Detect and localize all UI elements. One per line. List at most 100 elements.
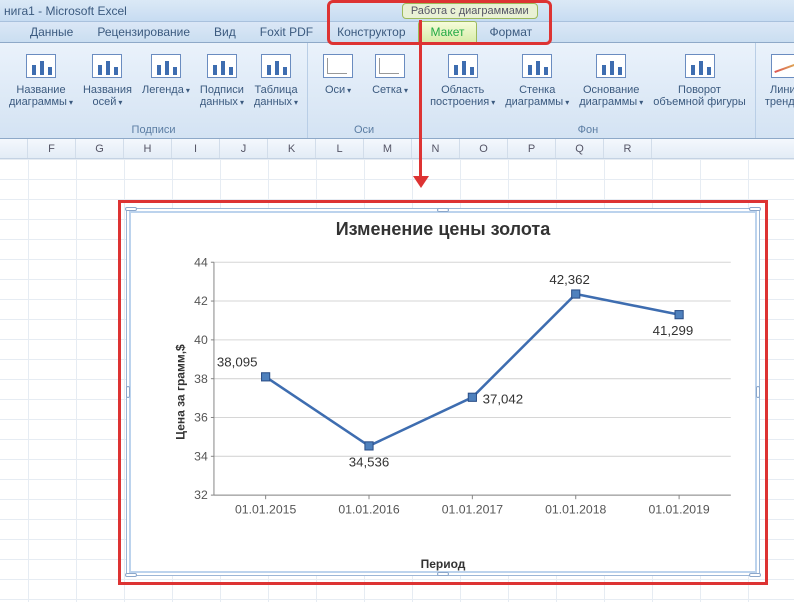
ribbon-btn-label: Легенда▾ <box>142 84 190 97</box>
col-header-P[interactable]: P <box>508 139 556 158</box>
ribbon-group-name: Фон <box>427 124 749 137</box>
ribbon-btn-область[interactable]: Областьпостроения▾ <box>427 47 498 112</box>
tab-формат[interactable]: Формат <box>477 22 544 42</box>
ribbon-btn-легенда[interactable]: Легенда▾ <box>139 47 193 112</box>
annotation-arrow <box>419 20 422 178</box>
ribbon-btn-поворот[interactable]: Поворотобъемной фигуры <box>650 47 749 112</box>
svg-text:38: 38 <box>194 372 208 386</box>
chart-icon <box>261 54 291 78</box>
embedded-chart[interactable]: Изменение цены золота Цена за грамм,$ 32… <box>126 208 760 576</box>
svg-text:01.01.2015: 01.01.2015 <box>235 503 296 517</box>
svg-text:01.01.2016: 01.01.2016 <box>338 503 399 517</box>
tab-foxit pdf[interactable]: Foxit PDF <box>248 22 325 42</box>
ribbon-btn-label: Областьпостроения▾ <box>430 84 495 109</box>
svg-text:01.01.2019: 01.01.2019 <box>648 503 709 517</box>
ribbon-btn-оси[interactable]: Оси▾ <box>314 47 362 100</box>
col-header-I[interactable]: I <box>172 139 220 158</box>
ribbon-btn-label: Таблицаданных▾ <box>254 84 298 109</box>
col-header-H[interactable]: H <box>124 139 172 158</box>
chart-icon <box>448 54 478 78</box>
chart-icon <box>323 54 353 78</box>
col-header-Q[interactable]: Q <box>556 139 604 158</box>
resize-handle-s[interactable] <box>437 572 449 576</box>
ribbon-btn-подписи[interactable]: Подписиданных▾ <box>197 47 247 112</box>
col-header-J[interactable]: J <box>220 139 268 158</box>
ribbon-btn-label: Линиятренда▾ <box>765 84 794 109</box>
col-header-blank <box>0 139 28 158</box>
resize-handle-nw[interactable] <box>125 207 137 211</box>
ribbon-group: Линиятренда▾ <box>756 43 794 138</box>
ribbon-btn-линия[interactable]: Линиятренда▾ <box>762 47 794 112</box>
resize-handle-ne[interactable] <box>749 207 761 211</box>
resize-handle-w[interactable] <box>126 386 130 398</box>
resize-handle-n[interactable] <box>437 208 449 212</box>
ribbon-group-name: Оси <box>314 124 414 137</box>
ribbon-btn-label: Сетка▾ <box>372 84 408 97</box>
ribbon-group-name <box>762 136 794 137</box>
chart-svg: 32 34 36 38 40 42 44 01.01.2015 01.01.2016 01.01.… <box>169 253 741 535</box>
svg-text:42: 42 <box>194 294 208 308</box>
ribbon-btn-стенка[interactable]: Стенкадиаграммы▾ <box>502 47 572 112</box>
chart-icon <box>92 54 122 78</box>
ribbon-group: Названиедиаграммы▾ Названияосей▾ Легенда▾ П… <box>0 43 308 138</box>
svg-text:44: 44 <box>194 255 208 269</box>
ribbon-btn-сетка[interactable]: Сетка▾ <box>366 47 414 100</box>
col-header-M[interactable]: M <box>364 139 412 158</box>
resize-handle-sw[interactable] <box>125 573 137 577</box>
resize-handle-se[interactable] <box>749 573 761 577</box>
chart-x-axis-label[interactable]: Период <box>127 557 759 571</box>
ribbon-btn-названия[interactable]: Названияосей▾ <box>80 47 135 112</box>
tab-макет[interactable]: Макет <box>418 21 478 42</box>
chart-icon <box>26 54 56 78</box>
chart-icon <box>596 54 626 78</box>
window-title: нига1 - Microsoft Excel <box>0 4 127 18</box>
tab-конструктор[interactable]: Конструктор <box>325 22 417 42</box>
ribbon-tabs: ДанныеРецензированиеВидFoxit PDFКонструк… <box>0 22 794 43</box>
ribbon-btn-label: Подписиданных▾ <box>200 84 244 109</box>
svg-text:34: 34 <box>194 449 208 463</box>
ribbon-group: Областьпостроения▾ Стенкадиаграммы▾ Основа… <box>421 43 756 138</box>
ribbon-btn-таблица[interactable]: Таблицаданных▾ <box>251 47 301 112</box>
svg-text:37,042: 37,042 <box>483 391 524 406</box>
ribbon-group-name: Подписи <box>6 124 301 137</box>
col-header-G[interactable]: G <box>76 139 124 158</box>
ribbon-btn-label: Стенкадиаграммы▾ <box>505 84 569 109</box>
tab-рецензирование[interactable]: Рецензирование <box>85 22 202 42</box>
chart-icon <box>522 54 552 78</box>
chart-icon <box>207 54 237 78</box>
col-header-K[interactable]: K <box>268 139 316 158</box>
chart-tools-label: Работа с диаграммами <box>402 3 538 19</box>
chart-icon <box>685 54 715 78</box>
svg-text:34,536: 34,536 <box>349 454 390 469</box>
col-header-O[interactable]: O <box>460 139 508 158</box>
chart-plot-area[interactable]: 32 34 36 38 40 42 44 01.01.2015 01.01.2016 01.01.… <box>169 253 741 535</box>
chart-icon <box>151 54 181 78</box>
col-header-F[interactable]: F <box>28 139 76 158</box>
svg-text:41,299: 41,299 <box>653 323 694 338</box>
ribbon-btn-label: Оси▾ <box>325 84 351 97</box>
svg-text:01.01.2017: 01.01.2017 <box>442 503 503 517</box>
chart-icon <box>375 54 405 78</box>
ribbon-group: Оси▾ Сетка▾ Оси <box>308 43 421 138</box>
chart-icon <box>771 54 794 78</box>
ribbon: Названиедиаграммы▾ Названияосей▾ Легенда▾ П… <box>0 43 794 139</box>
svg-text:01.01.2018: 01.01.2018 <box>545 503 606 517</box>
col-header-R[interactable]: R <box>604 139 652 158</box>
ribbon-btn-label: Названияосей▾ <box>83 84 132 109</box>
title-bar: нига1 - Microsoft Excel Работа с диаграм… <box>0 0 794 22</box>
svg-text:42,362: 42,362 <box>549 272 590 287</box>
svg-text:32: 32 <box>194 488 208 502</box>
tab-данные[interactable]: Данные <box>18 22 85 42</box>
tab-вид[interactable]: Вид <box>202 22 248 42</box>
svg-text:38,095: 38,095 <box>217 355 258 370</box>
ribbon-btn-label: Поворотобъемной фигуры <box>653 84 746 108</box>
col-header-L[interactable]: L <box>316 139 364 158</box>
ribbon-btn-label: Названиедиаграммы▾ <box>9 84 73 109</box>
ribbon-btn-название[interactable]: Названиедиаграммы▾ <box>6 47 76 112</box>
svg-text:40: 40 <box>194 333 208 347</box>
ribbon-btn-label: Основаниедиаграммы▾ <box>579 84 643 109</box>
svg-text:36: 36 <box>194 411 208 425</box>
ribbon-btn-основание[interactable]: Основаниедиаграммы▾ <box>576 47 646 112</box>
resize-handle-e[interactable] <box>756 386 760 398</box>
column-headers: FGHIJKLMNOPQR <box>0 139 794 159</box>
